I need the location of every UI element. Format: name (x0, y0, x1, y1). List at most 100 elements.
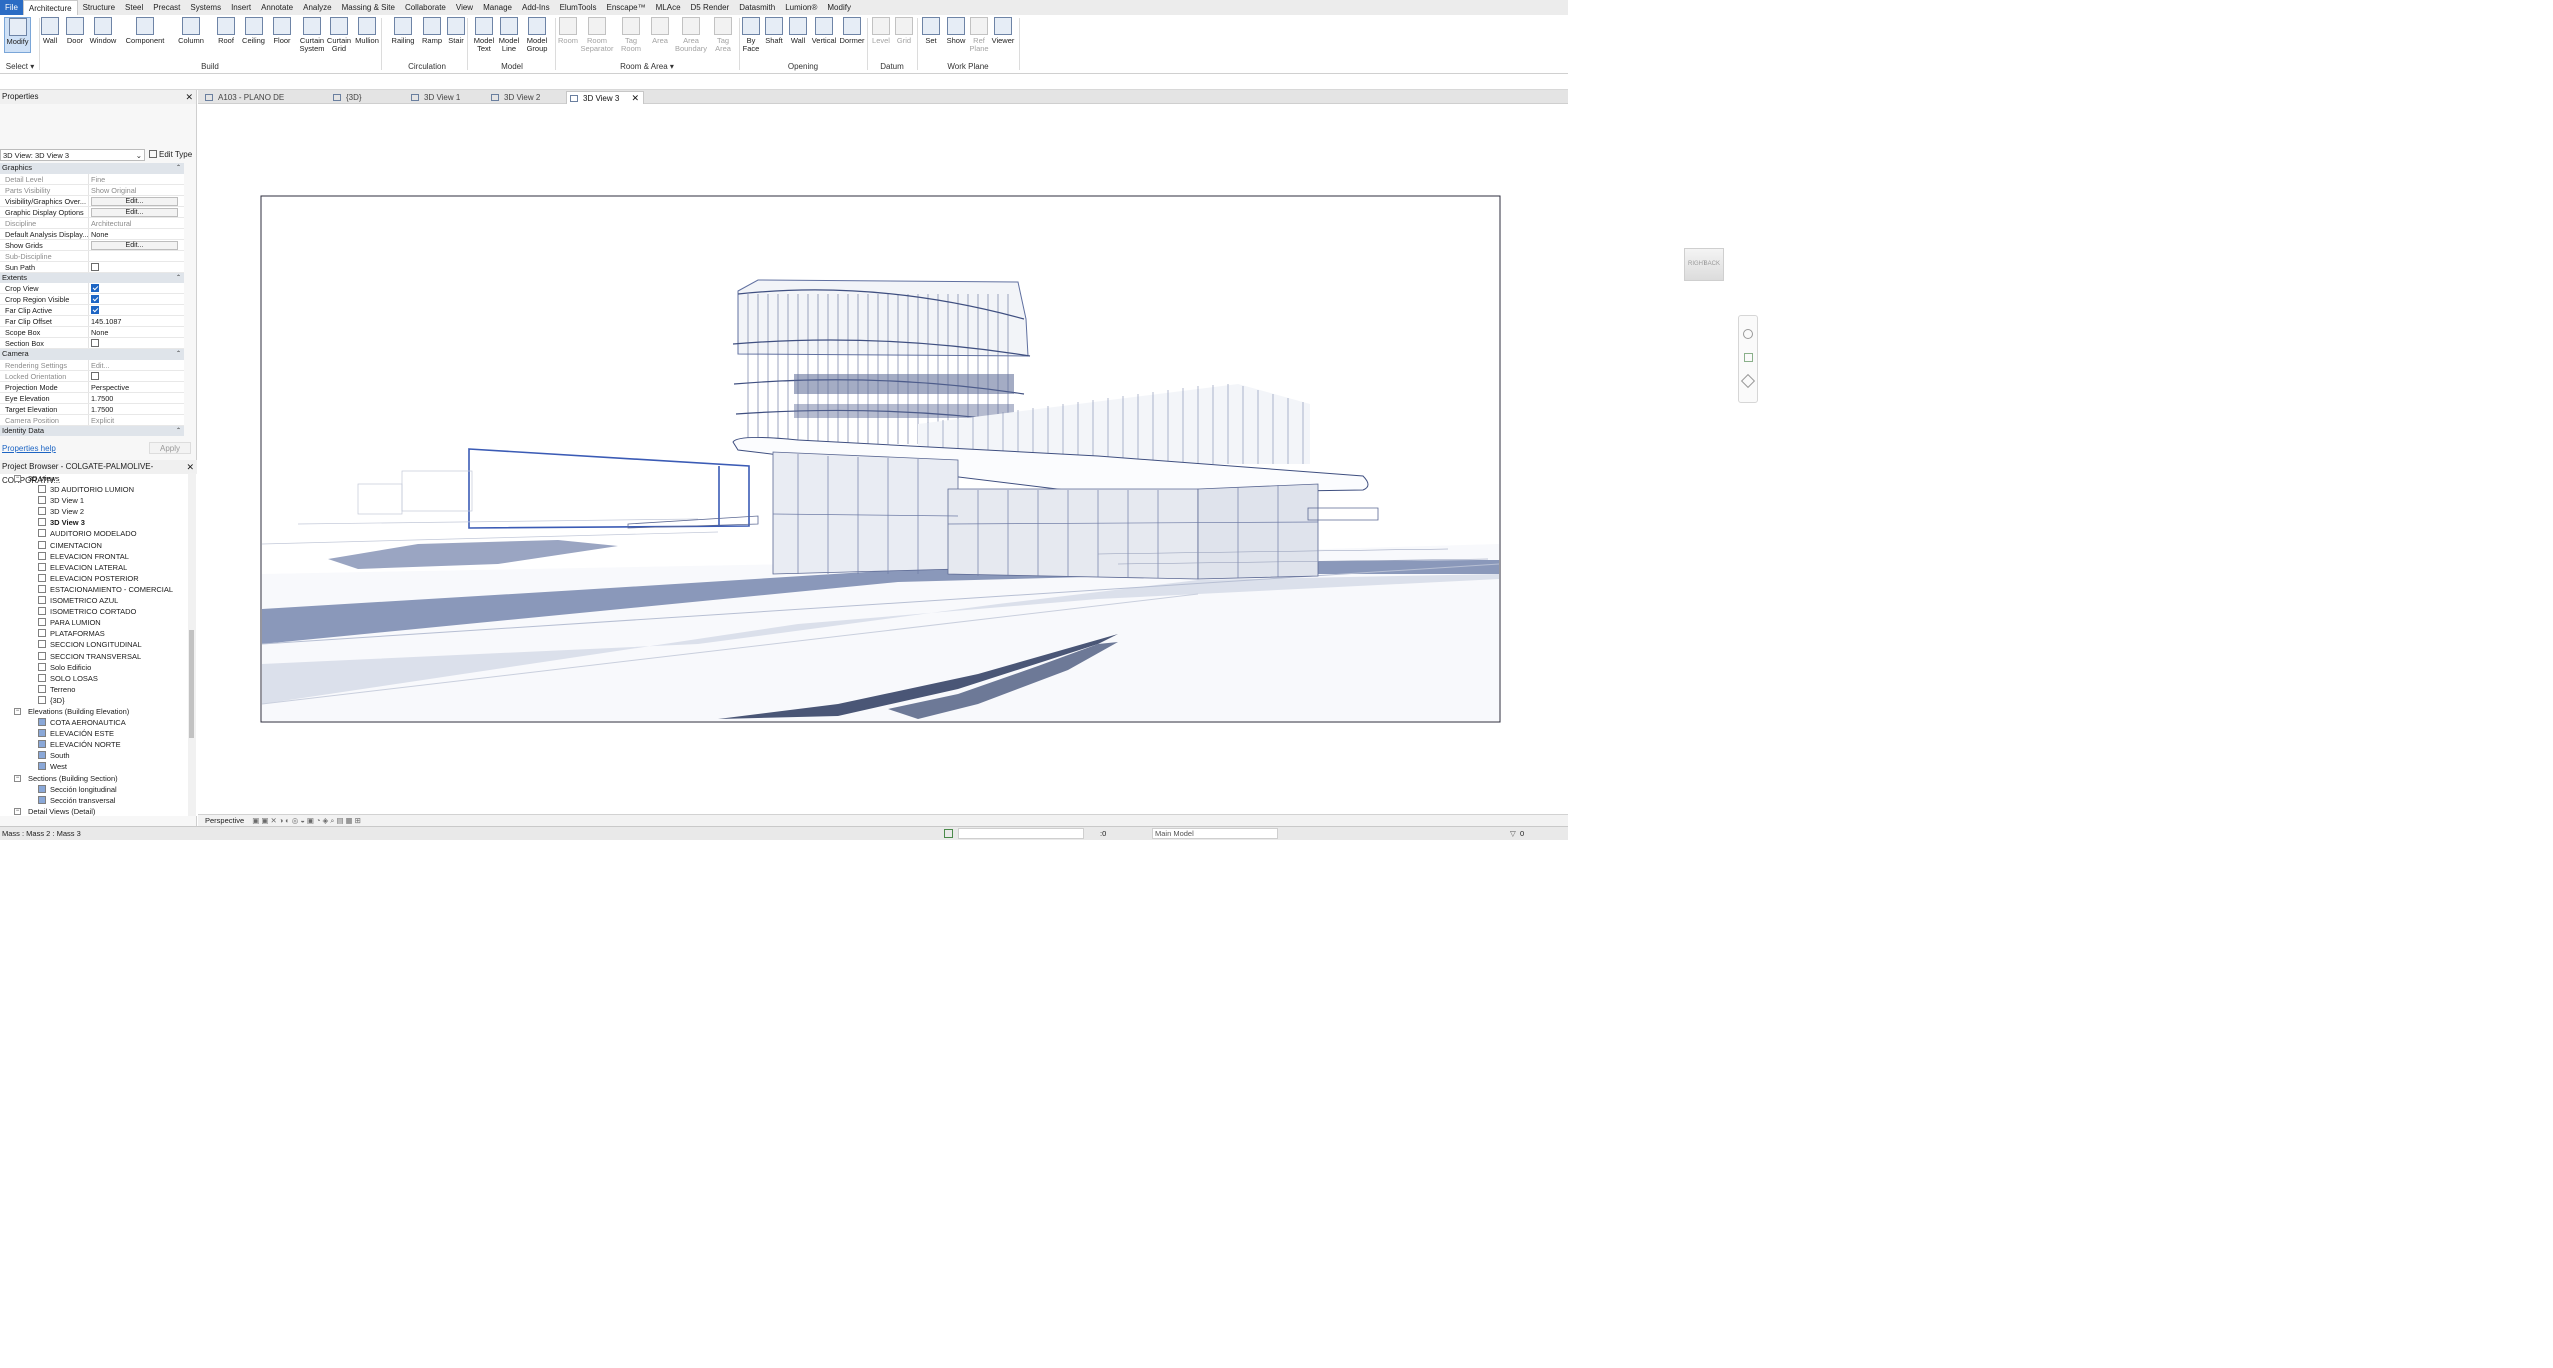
menu-tab-architecture[interactable]: Architecture (22, 0, 78, 15)
property-category-identity-data[interactable]: Identity Data ⌃ (0, 425, 184, 437)
checkbox[interactable] (91, 284, 99, 292)
browser-node[interactable]: −3D Views (0, 473, 188, 484)
browser-view-item[interactable]: PLATAFORMAS (0, 628, 188, 639)
edit-button[interactable]: Edit... (91, 196, 178, 206)
ref-plane-button[interactable]: Ref Plane (968, 17, 990, 53)
collapse-icon[interactable]: ⌃ (176, 426, 181, 437)
wall-button[interactable]: Wall (40, 17, 60, 45)
browser-view-item[interactable]: 3D View 2 (0, 506, 188, 517)
browser-view-item[interactable]: 3D View 3 (0, 517, 188, 528)
close-icon[interactable]: ✕ (185, 90, 193, 104)
type-selector[interactable]: 3D View: 3D View 3 ⌄ (0, 149, 145, 161)
tab-3d-view-2[interactable]: 3D View 2 (488, 91, 564, 104)
area-button[interactable]: Area (649, 17, 671, 45)
browser-view-item[interactable]: West (0, 761, 188, 772)
workset-icon[interactable] (944, 829, 953, 838)
property-value[interactable] (89, 338, 184, 348)
tab-3d-view-1[interactable]: 3D View 1 (408, 91, 484, 104)
browser-view-item[interactable]: CIMENTACION (0, 540, 188, 551)
property-value[interactable]: Perspective (89, 382, 184, 392)
collapse-icon[interactable]: ⌃ (176, 349, 181, 360)
stair-button[interactable]: Stair (445, 17, 467, 45)
view-controls-icons[interactable]: ▣▣✕◑◐◎◒▣◔◈⌕▤▦⊞ (252, 816, 363, 825)
curtain-system-button[interactable]: Curtain System (297, 17, 327, 53)
grid-button[interactable]: Grid (893, 17, 915, 45)
menu-tab-annotate[interactable]: Annotate (256, 0, 298, 15)
steering-wheel-icon[interactable] (1743, 329, 1753, 339)
menu-tab-enscape[interactable]: Enscape™ (601, 0, 650, 15)
set-button[interactable]: Set (920, 17, 942, 45)
property-value[interactable]: Edit... (89, 207, 184, 217)
window-button[interactable]: Window (88, 17, 118, 45)
properties-help-link[interactable]: Properties help (2, 444, 56, 453)
menu-tab-massing-site[interactable]: Massing & Site (337, 0, 400, 15)
design-option-selector[interactable]: Main Model (1152, 828, 1278, 839)
browser-node[interactable]: − Elevations (Building Elevation) (0, 706, 188, 717)
property-value[interactable]: Edit... (89, 196, 184, 206)
checkbox[interactable] (91, 339, 99, 347)
apply-button[interactable]: Apply (149, 442, 191, 454)
mullion-button[interactable]: Mullion (353, 17, 381, 45)
browser-view-item[interactable]: ELEVACIÓN NORTE (0, 739, 188, 750)
property-value[interactable] (89, 283, 184, 293)
menu-tab-insert[interactable]: Insert (226, 0, 256, 15)
browser-view-item[interactable]: SOLO LOSAS (0, 673, 188, 684)
checkbox[interactable] (91, 262, 99, 271)
pan-icon[interactable] (1740, 373, 1756, 389)
browser-view-item[interactable]: COTA AERONAUTICA (0, 717, 188, 728)
show-button[interactable]: Show (944, 17, 968, 45)
browser-view-item[interactable]: SECCION TRANSVERSAL (0, 651, 188, 662)
by-face-button[interactable]: By Face (740, 17, 762, 53)
browser-view-item[interactable]: SECCION LONGITUDINAL (0, 639, 188, 650)
viewer-button[interactable]: Viewer (990, 17, 1016, 45)
edit-button[interactable]: Edit... (91, 207, 178, 217)
browser-view-item[interactable]: ELEVACION POSTERIOR (0, 573, 188, 584)
menu-tab-file[interactable]: File (0, 0, 23, 15)
browser-view-item[interactable]: Sección longitudinal (0, 784, 188, 795)
property-value[interactable]: Edit... (89, 240, 184, 250)
browser-view-item[interactable]: ESTACIONAMIENTO - COMERCIAL (0, 584, 188, 595)
ceiling-button[interactable]: Ceiling (240, 17, 267, 45)
browser-view-item[interactable]: ELEVACION LATERAL (0, 562, 188, 573)
ramp-button[interactable]: Ramp (421, 17, 443, 45)
property-value[interactable]: None (89, 327, 184, 337)
browser-node[interactable]: − Detail Views (Detail) (0, 806, 188, 816)
view-cube[interactable]: RIGHT BACK (1684, 248, 1724, 281)
model-group-button[interactable]: Model Group (524, 17, 550, 53)
collapse-icon[interactable]: − (14, 774, 21, 782)
shaft-button[interactable]: Shaft (763, 17, 785, 45)
workset-selector[interactable] (958, 828, 1084, 839)
collapse-icon[interactable]: ⌃ (176, 273, 181, 284)
menu-tab-systems[interactable]: Systems (185, 0, 226, 15)
scrollbar[interactable] (188, 473, 196, 816)
3d-viewport[interactable]: RIGHT BACK (198, 104, 1758, 814)
area-boundary-button[interactable]: Area Boundary (674, 17, 708, 53)
browser-view-item[interactable]: ISOMETRICO CORTADO (0, 606, 188, 617)
close-icon[interactable]: ✕ (186, 460, 194, 474)
property-value[interactable]: 1.7500 (89, 393, 184, 403)
room-separator-button[interactable]: Room Separator (580, 17, 614, 53)
menu-tab-collaborate[interactable]: Collaborate (400, 0, 451, 15)
property-value[interactable]: None (89, 229, 184, 239)
menu-tab-mlace[interactable]: MLAce (651, 0, 686, 15)
dormer-button[interactable]: Dormer (838, 17, 866, 45)
edit-button[interactable]: Edit... (91, 240, 178, 250)
door-button[interactable]: Door (65, 17, 85, 45)
menu-tab-datasmith[interactable]: Datasmith (734, 0, 780, 15)
collapse-icon[interactable]: − (14, 807, 21, 815)
floor-button[interactable]: Floor (271, 17, 293, 45)
browser-view-item[interactable]: Sección transversal (0, 795, 188, 806)
curtain-grid-button[interactable]: Curtain Grid (326, 17, 352, 53)
tab-3d[interactable]: {3D} (330, 91, 404, 104)
menu-tab-structure[interactable]: Structure (78, 0, 120, 15)
railing-button[interactable]: Railing (390, 17, 416, 45)
wall-button[interactable]: Wall (787, 17, 809, 45)
vertical-button[interactable]: Vertical (810, 17, 838, 45)
menu-tab-steel[interactable]: Steel (120, 0, 148, 15)
zoom-icon[interactable] (1743, 353, 1753, 362)
property-value[interactable]: 1.7500 (89, 404, 184, 414)
menu-tab-modify[interactable]: Modify (822, 0, 856, 15)
menu-tab-add-ins[interactable]: Add-Ins (517, 0, 555, 15)
browser-view-item[interactable]: ELEVACION FRONTAL (0, 551, 188, 562)
building-model-view[interactable] (198, 104, 1568, 814)
